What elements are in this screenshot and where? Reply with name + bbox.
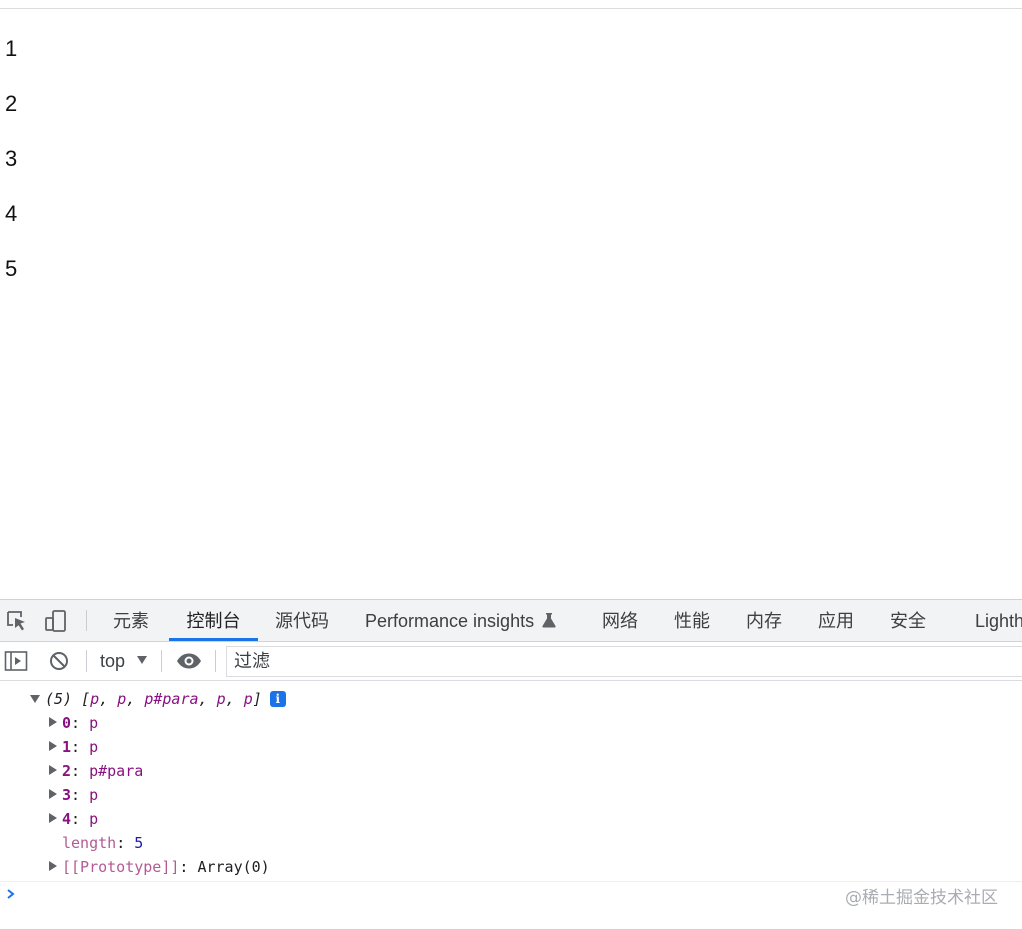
entry-value: p bbox=[89, 786, 99, 804]
entry-key: 1 bbox=[62, 738, 72, 756]
toolbar-divider bbox=[161, 650, 162, 672]
tab-application[interactable]: 应用 bbox=[808, 600, 864, 641]
eye-icon[interactable] bbox=[176, 650, 202, 672]
page-paragraph: 4 bbox=[5, 201, 18, 226]
tab-label: 控制台 bbox=[186, 611, 241, 631]
context-selector-label: top bbox=[100, 651, 126, 671]
tab-performance[interactable]: 性能 bbox=[664, 600, 720, 641]
prototype-value: Array(0) bbox=[197, 858, 270, 876]
array-entry[interactable]: 1: p bbox=[49, 735, 98, 759]
console-output: (5) [p, p, p#para, p, p] i 0: p 1: p 2: p… bbox=[0, 681, 1022, 929]
summary-item: p bbox=[117, 690, 127, 708]
summary-item: p#para bbox=[144, 690, 199, 708]
page-paragraph: 5 bbox=[5, 256, 18, 281]
tab-label: 安全 bbox=[890, 611, 926, 631]
page-paragraph: 3 bbox=[5, 146, 18, 171]
array-count: (5) bbox=[45, 690, 73, 708]
page-paragraph: 1 bbox=[5, 36, 18, 61]
prompt-chevron-icon bbox=[7, 889, 15, 899]
devtools-panel: 元素 控制台 源代码 Performance insights 网络 性能 内存… bbox=[0, 599, 1022, 929]
page-paragraph: 2 bbox=[5, 91, 18, 116]
summary-item: p bbox=[216, 690, 226, 708]
tab-label: 性能 bbox=[674, 611, 710, 631]
summary-item: p bbox=[243, 690, 253, 708]
inspect-element-icon[interactable] bbox=[5, 609, 29, 633]
tab-label: 元素 bbox=[113, 611, 149, 631]
tab-network[interactable]: 网络 bbox=[592, 600, 648, 641]
expand-arrow-icon[interactable] bbox=[49, 789, 57, 799]
context-selector[interactable]: top bbox=[100, 642, 125, 680]
length-value: 5 bbox=[134, 834, 144, 852]
array-entry[interactable]: 0: p bbox=[49, 711, 98, 735]
console-array-summary[interactable]: (5) [p, p, p#para, p, p] i bbox=[30, 687, 286, 711]
tab-label: 源代码 bbox=[275, 611, 329, 631]
array-entry[interactable]: 2: p#para bbox=[49, 759, 143, 783]
toolbar-divider bbox=[86, 650, 87, 672]
toolbar-divider bbox=[86, 610, 87, 631]
expand-arrow-icon[interactable] bbox=[49, 813, 57, 823]
tab-label: 应用 bbox=[818, 611, 854, 631]
array-prototype[interactable]: [[Prototype]]: Array(0) bbox=[49, 855, 270, 879]
active-tab-indicator bbox=[169, 638, 258, 641]
length-key: length bbox=[62, 834, 117, 852]
tab-label: 网络 bbox=[602, 611, 638, 631]
expand-arrow-icon[interactable] bbox=[30, 695, 40, 703]
flask-icon bbox=[542, 613, 556, 628]
entry-value: p bbox=[89, 738, 99, 756]
tab-elements[interactable]: 元素 bbox=[102, 600, 160, 641]
sidebar-toggle-icon[interactable] bbox=[4, 650, 28, 672]
tab-performance-insights[interactable]: Performance insights bbox=[365, 600, 565, 641]
entry-key: 0 bbox=[62, 714, 72, 732]
tab-memory[interactable]: 内存 bbox=[736, 600, 792, 641]
tab-console[interactable]: 控制台 bbox=[169, 600, 258, 641]
tab-label: Lighth bbox=[975, 611, 1022, 631]
tab-security[interactable]: 安全 bbox=[880, 600, 936, 641]
prototype-key: [[Prototype]] bbox=[62, 858, 180, 876]
entry-value: p bbox=[89, 714, 99, 732]
device-toolbar-icon[interactable] bbox=[44, 609, 68, 633]
clear-console-icon[interactable] bbox=[47, 650, 71, 672]
expand-arrow-icon[interactable] bbox=[49, 741, 57, 751]
entry-value: p bbox=[89, 810, 99, 828]
expand-arrow-icon[interactable] bbox=[49, 765, 57, 775]
tab-label: 内存 bbox=[746, 611, 782, 631]
info-icon[interactable]: i bbox=[269, 691, 286, 707]
console-prompt-divider bbox=[0, 881, 1022, 882]
expand-arrow-icon[interactable] bbox=[49, 717, 57, 727]
browser-top-border bbox=[0, 0, 1022, 9]
page-viewport: 1 2 3 4 5 bbox=[0, 9, 1022, 599]
entry-key: 2 bbox=[62, 762, 72, 780]
entry-value: p#para bbox=[89, 762, 144, 780]
tab-sources[interactable]: 源代码 bbox=[266, 600, 338, 641]
toolbar-divider bbox=[215, 650, 216, 672]
devtools-tab-bar: 元素 控制台 源代码 Performance insights 网络 性能 内存… bbox=[0, 600, 1022, 642]
watermark: @稀土掘金技术社区 bbox=[845, 888, 998, 908]
console-toolbar: top 过滤 bbox=[0, 642, 1022, 681]
array-entry[interactable]: 4: p bbox=[49, 807, 98, 831]
tab-label: Performance insights bbox=[365, 611, 535, 631]
filter-placeholder: 过滤 bbox=[234, 651, 270, 671]
entry-key: 3 bbox=[62, 786, 72, 804]
array-length: length: 5 bbox=[62, 834, 144, 852]
expand-arrow-icon[interactable] bbox=[49, 861, 57, 871]
entry-key: 4 bbox=[62, 810, 72, 828]
tab-lighthouse[interactable]: Lighth bbox=[975, 600, 1022, 641]
console-filter-input[interactable]: 过滤 bbox=[226, 646, 1022, 677]
array-entry[interactable]: 3: p bbox=[49, 783, 98, 807]
dropdown-arrow-icon[interactable] bbox=[136, 655, 148, 665]
summary-item: p bbox=[90, 690, 100, 708]
